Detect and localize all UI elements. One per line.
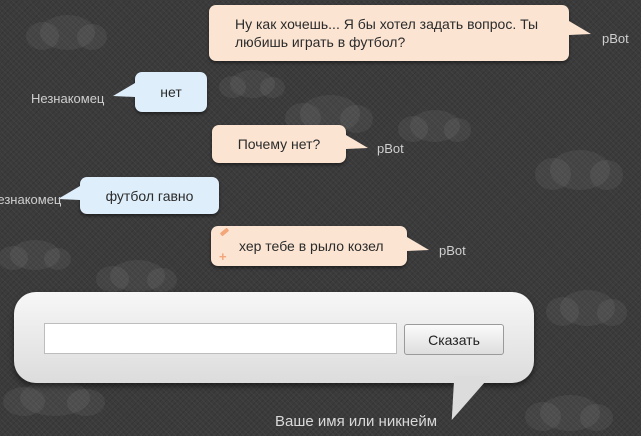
background-cloud bbox=[26, 15, 108, 50]
sender-name: pBot bbox=[439, 243, 466, 258]
nickname-label[interactable]: Ваше имя или никнейм bbox=[275, 413, 437, 430]
message-input[interactable] bbox=[44, 323, 397, 354]
background-cloud bbox=[218, 70, 285, 98]
background-cloud bbox=[397, 110, 471, 142]
message-text: нет bbox=[160, 84, 182, 100]
bubble-tail bbox=[407, 237, 429, 257]
bubble-tail bbox=[569, 21, 591, 41]
background-cloud bbox=[0, 240, 71, 270]
message-text: Ну как хочешь... Я бы хотел задать вопро… bbox=[235, 16, 539, 50]
user-message: футбол гавно bbox=[80, 177, 219, 214]
bubble-tail bbox=[346, 135, 368, 155]
background-cloud bbox=[525, 395, 614, 431]
sender-name: pBot bbox=[377, 141, 404, 156]
bot-message: хер тебе в рыло козел bbox=[211, 226, 407, 266]
sender-name: pBot bbox=[602, 31, 629, 46]
message-text: футбол гавно bbox=[105, 188, 194, 204]
plus-icon: + bbox=[219, 249, 227, 264]
user-message: нет bbox=[135, 72, 207, 112]
say-button[interactable]: Сказать bbox=[404, 324, 504, 355]
background-cloud bbox=[546, 290, 628, 326]
background-cloud bbox=[535, 150, 624, 190]
background-cloud bbox=[2, 380, 106, 416]
bubble-tail bbox=[113, 83, 135, 103]
sender-name: Незнакомец bbox=[0, 192, 62, 207]
bot-message: Ну как хочешь... Я бы хотел задать вопро… bbox=[209, 5, 569, 61]
background-cloud bbox=[96, 260, 178, 292]
sender-name: Незнакомец bbox=[31, 91, 105, 106]
message-text: Почему нет? bbox=[237, 136, 321, 152]
bot-message: Почему нет? bbox=[212, 125, 346, 163]
message-text: хер тебе в рыло козел bbox=[239, 238, 384, 254]
